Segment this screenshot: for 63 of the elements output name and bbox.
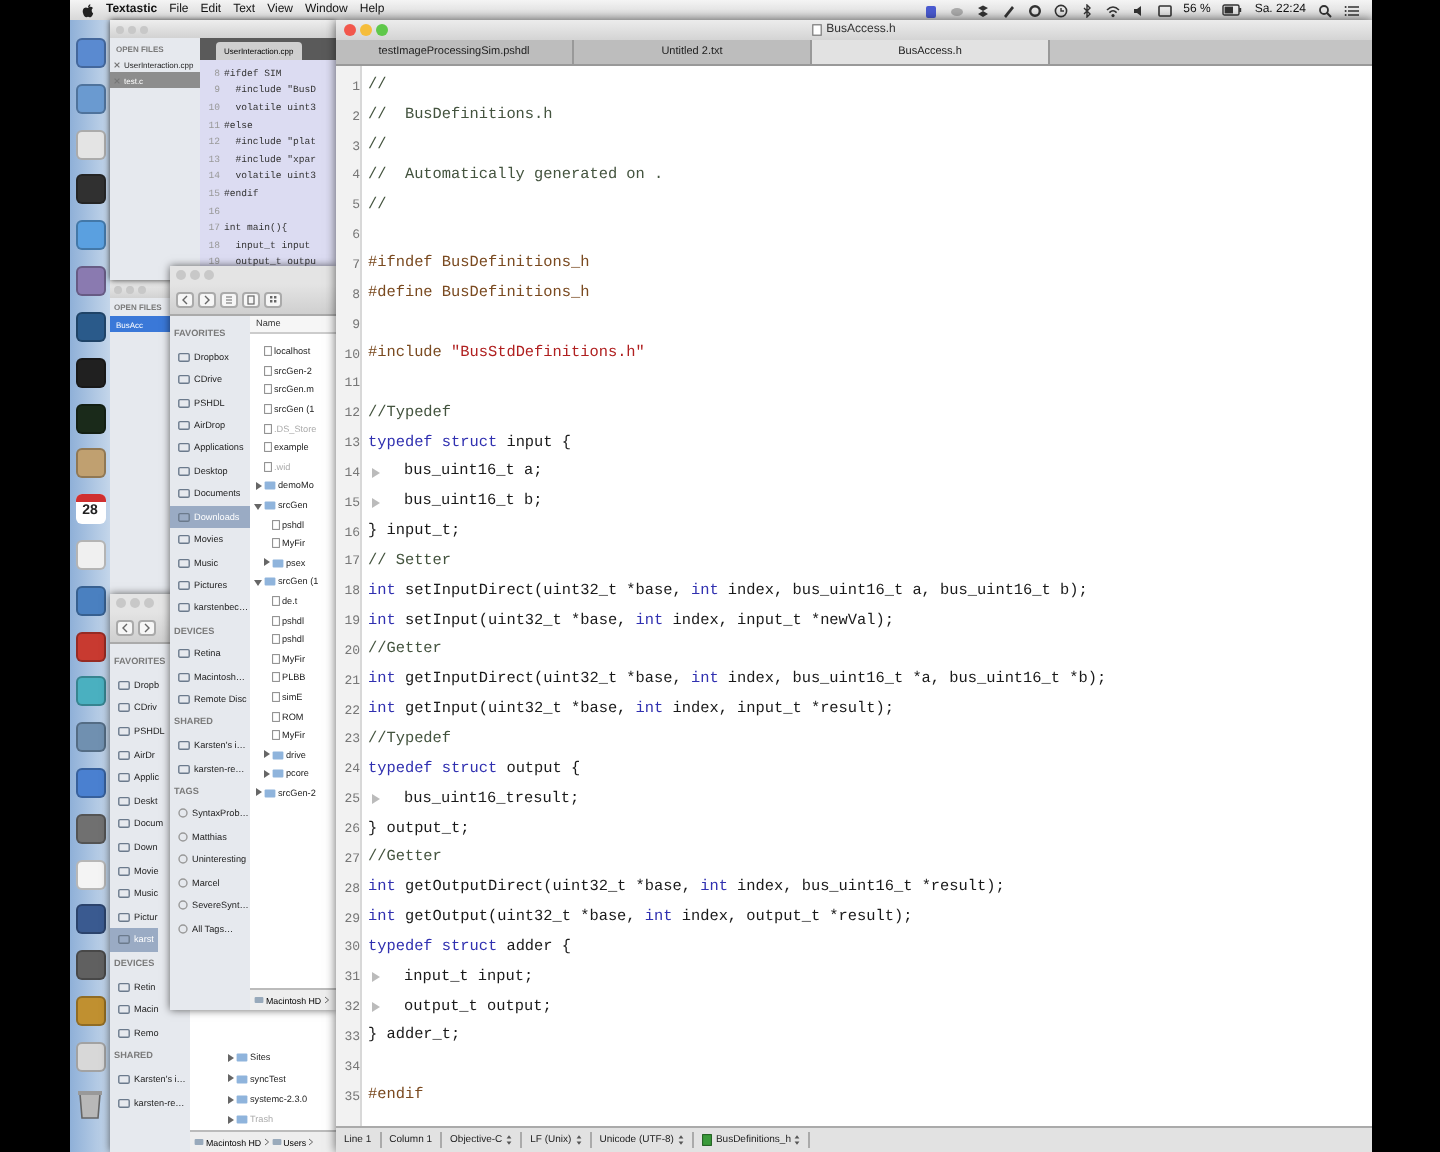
tag-icon	[178, 900, 188, 911]
clock-icon	[1053, 3, 1068, 17]
disclosure-triangle-icon[interactable]	[226, 1053, 234, 1062]
document-icon	[812, 24, 823, 36]
back-button[interactable]	[176, 291, 194, 307]
bluetooth-icon	[1079, 3, 1094, 17]
folder-icon	[118, 1073, 130, 1084]
list-icon[interactable]	[1344, 3, 1360, 17]
disclosure-triangle-icon[interactable]	[226, 1074, 234, 1083]
back-icon	[180, 293, 190, 305]
app-icon[interactable]	[75, 631, 105, 662]
updown-icon	[677, 1134, 684, 1146]
disclosure-triangle-icon[interactable]	[226, 1095, 234, 1104]
app-icon[interactable]	[75, 174, 105, 205]
view-button[interactable]	[264, 291, 282, 307]
apple-icon	[82, 3, 94, 17]
back-icon	[120, 621, 130, 633]
tag-icon	[178, 877, 188, 888]
updown-icon	[794, 1134, 801, 1146]
arrange-icon	[224, 293, 234, 305]
search-icon[interactable]	[1318, 3, 1332, 17]
app-icon[interactable]	[75, 950, 105, 981]
app-icon[interactable]	[75, 904, 105, 935]
chevron-icon	[308, 1138, 315, 1146]
tag-icon	[178, 808, 188, 819]
disclosure-triangle-icon[interactable]	[254, 577, 262, 586]
disclosure-triangle-icon[interactable]	[226, 1115, 234, 1124]
updown-icon	[575, 1134, 582, 1146]
folder-icon	[118, 1097, 130, 1108]
disclosure-triangle-icon[interactable]	[262, 558, 270, 567]
app-icon[interactable]	[75, 311, 105, 342]
disclosure-triangle-icon[interactable]	[262, 769, 270, 778]
drive-icon	[194, 1138, 204, 1146]
wifi-icon	[1105, 3, 1120, 17]
forward-button[interactable]	[138, 619, 156, 635]
app-icon[interactable]	[75, 403, 105, 433]
trash-icon[interactable]	[76, 1087, 104, 1120]
app-icon[interactable]	[75, 357, 105, 388]
tag-icon	[178, 923, 188, 934]
action-icon	[246, 293, 256, 305]
close-icon[interactable]	[114, 61, 120, 67]
disclosure-triangle-icon[interactable]	[254, 788, 262, 797]
display-icon	[1157, 3, 1172, 17]
back-button[interactable]	[116, 619, 134, 635]
close-button[interactable]	[344, 24, 356, 36]
drive-icon	[254, 996, 264, 1004]
disclosure-triangle-icon[interactable]	[254, 501, 262, 510]
forward-icon	[142, 621, 152, 633]
drive-icon	[271, 1138, 282, 1146]
view-icon	[268, 293, 278, 305]
chevron-icon	[323, 996, 330, 1004]
forward-icon	[202, 293, 212, 305]
disclosure-triangle-icon[interactable]	[262, 750, 270, 759]
action-button[interactable]	[242, 291, 260, 307]
symbol-icon	[701, 1134, 712, 1146]
app-icon[interactable]	[75, 813, 105, 844]
tag-icon	[178, 831, 188, 842]
battery-icon	[1222, 4, 1243, 16]
chevron-icon	[263, 1138, 270, 1146]
forward-button[interactable]	[198, 291, 216, 307]
tag-icon	[178, 854, 188, 865]
disclosure-triangle-icon[interactable]	[254, 481, 262, 490]
updown-icon	[506, 1134, 513, 1146]
